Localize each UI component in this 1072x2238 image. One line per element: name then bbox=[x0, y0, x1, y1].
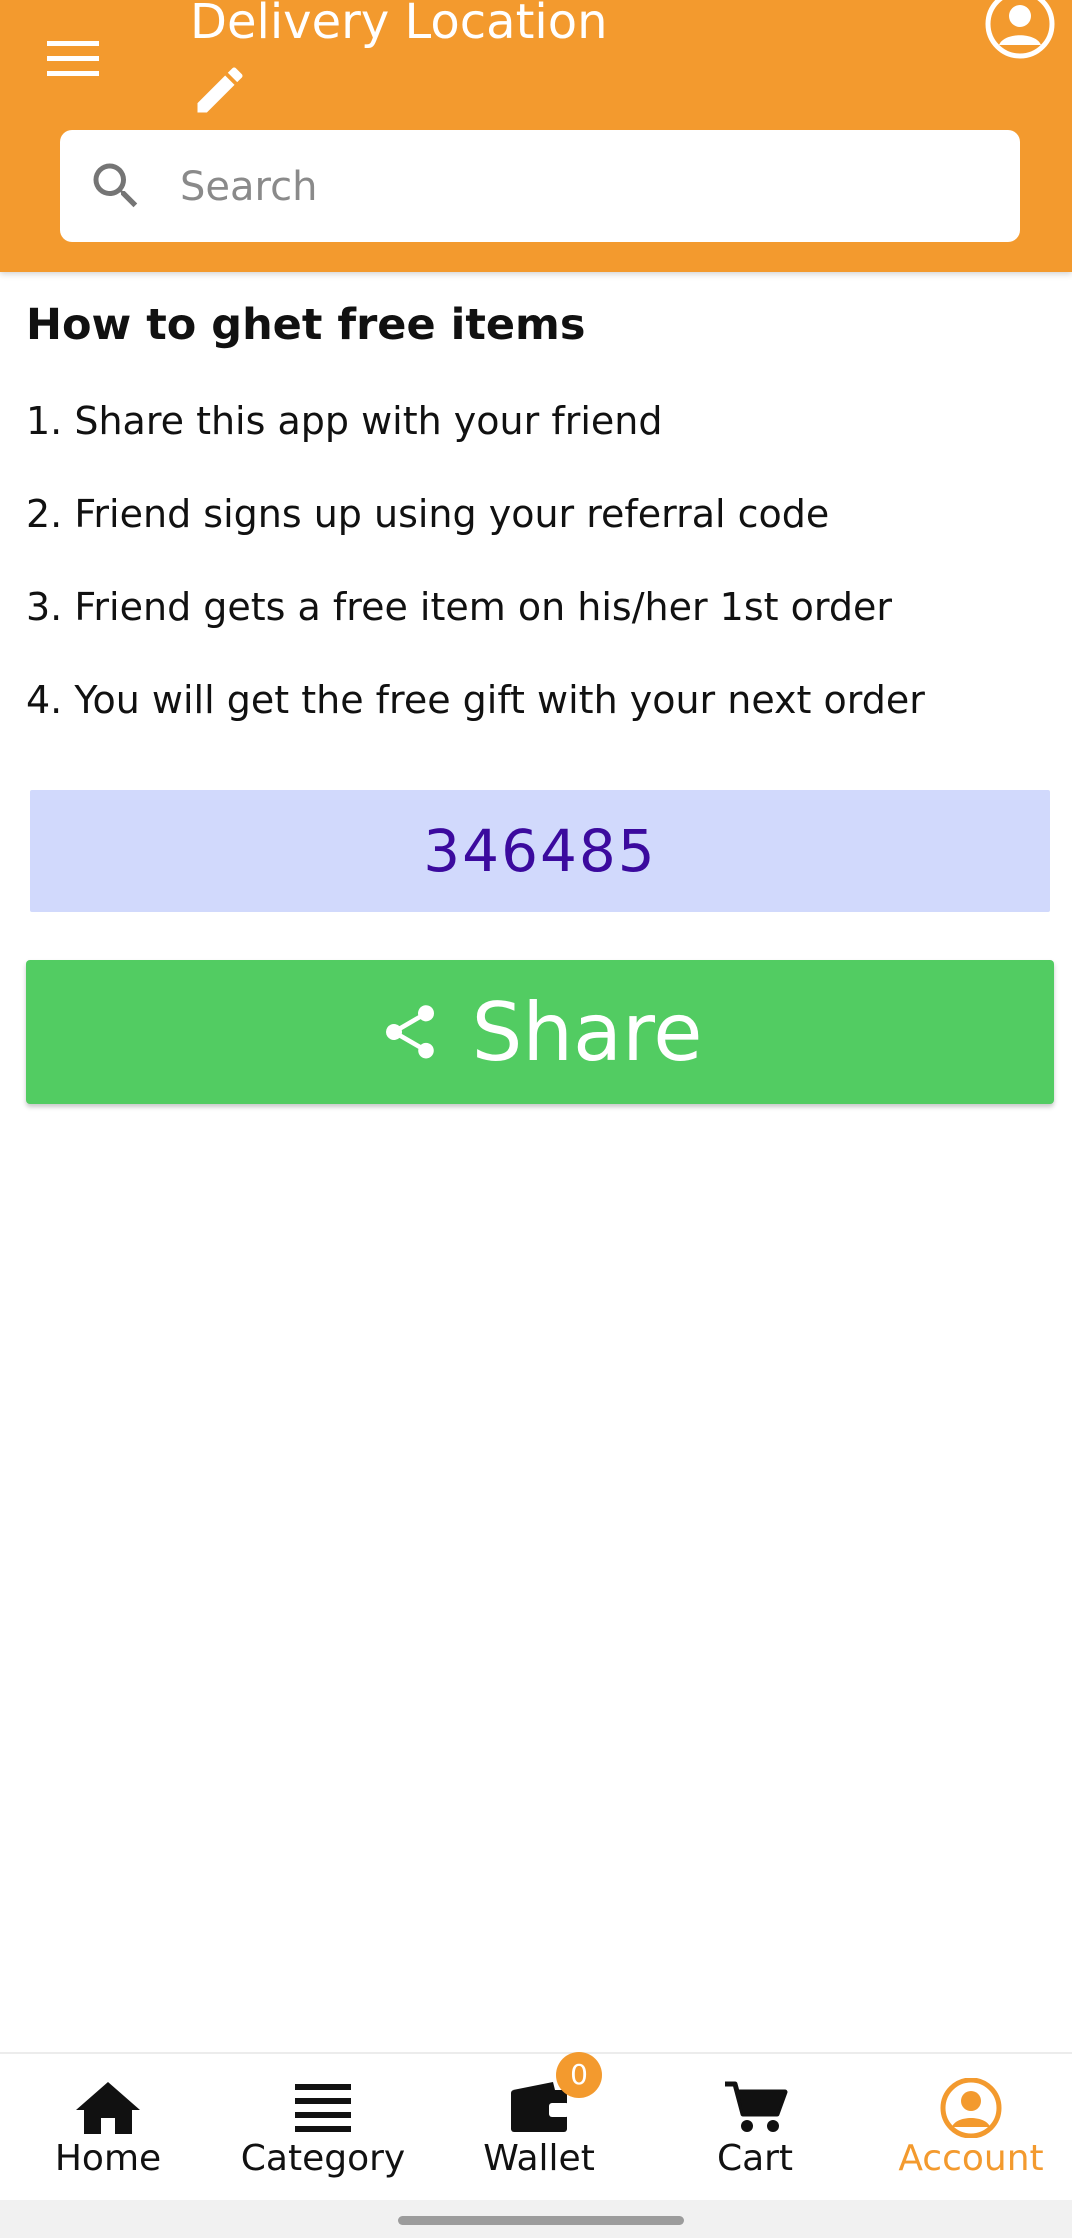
share-icon bbox=[385, 1005, 434, 1059]
nav-account[interactable]: Account bbox=[864, 2054, 1072, 2202]
list-icon bbox=[295, 2084, 351, 2132]
profile-button[interactable] bbox=[984, 0, 1056, 60]
step-item: 3. Friend gets a free item on his/her 1s… bbox=[26, 585, 892, 629]
nav-label-wallet: Wallet bbox=[483, 2138, 595, 2179]
referral-code-box[interactable]: 346485 bbox=[30, 790, 1050, 912]
menu-icon bbox=[47, 41, 99, 76]
nav-label-cart: Cart bbox=[716, 2138, 794, 2179]
system-gesture-area bbox=[0, 2200, 1072, 2238]
nav-category[interactable]: Category bbox=[216, 2054, 430, 2202]
gesture-handle[interactable] bbox=[398, 2216, 684, 2225]
top-app-bar: Delivery Location bbox=[0, 0, 1072, 272]
referral-code: 346485 bbox=[423, 817, 657, 885]
account-circle-icon bbox=[985, 0, 1055, 59]
referral-screen: Delivery Location How to ghet free items… bbox=[0, 0, 1072, 2238]
nav-label-home: Home bbox=[54, 2138, 162, 2179]
nav-cart[interactable]: Cart bbox=[648, 2054, 862, 2202]
step-item: 1. Share this app with your friend bbox=[26, 399, 663, 443]
search-input[interactable] bbox=[178, 130, 1002, 244]
delivery-location-title[interactable]: Delivery Location bbox=[190, 0, 608, 52]
account-icon bbox=[940, 2078, 1002, 2138]
pencil-icon bbox=[197, 67, 243, 113]
cart-icon bbox=[725, 2081, 788, 2132]
search-bar[interactable] bbox=[60, 130, 1020, 244]
share-button[interactable]: Share bbox=[26, 960, 1054, 1104]
nav-label-category: Category bbox=[240, 2138, 406, 2179]
share-button-label: Share bbox=[471, 985, 703, 1079]
cart-count-badge: 0 bbox=[556, 2052, 602, 2098]
step-item: 2. Friend signs up using your referral c… bbox=[26, 492, 830, 536]
page-heading: How to ghet free items bbox=[26, 300, 586, 350]
nav-label-account: Account bbox=[898, 2138, 1044, 2179]
nav-wallet[interactable]: Wallet bbox=[432, 2054, 646, 2202]
menu-button[interactable] bbox=[36, 22, 110, 96]
search-icon bbox=[93, 163, 138, 208]
steps-list: 1. Share this app with your friend 2. Fr… bbox=[26, 396, 925, 768]
bottom-navigation: Home Category Wallet Cart Account bbox=[0, 2052, 1072, 2202]
nav-home[interactable]: Home bbox=[1, 2054, 215, 2202]
edit-location-button[interactable] bbox=[190, 60, 250, 120]
step-item: 4. You will get the free gift with your … bbox=[26, 678, 925, 722]
home-icon bbox=[76, 2082, 140, 2134]
